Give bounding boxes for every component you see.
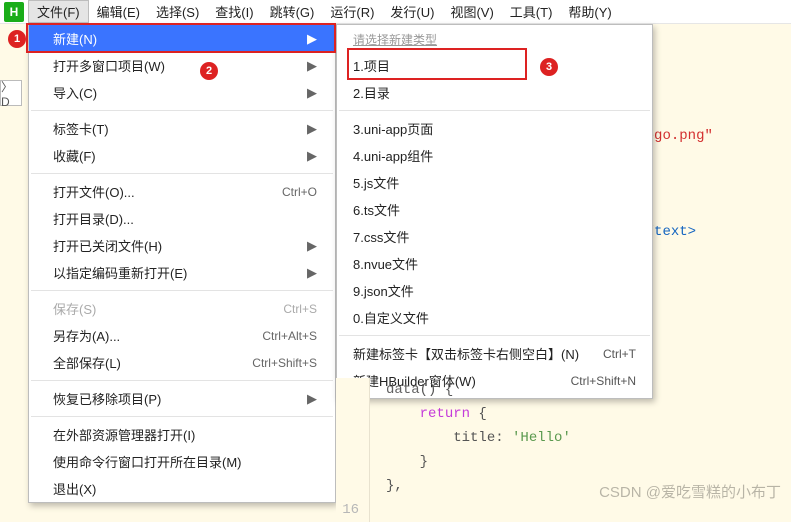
menubar-item-edit[interactable]: 编辑(E) — [89, 0, 148, 23]
submenu-item-custom[interactable]: 0.自定义文件 — [337, 304, 652, 331]
file-menu-reopen-encoding[interactable]: 以指定编码重新打开(E)▶ — [29, 259, 335, 286]
menubar-item-publish[interactable]: 发行(U) — [382, 0, 442, 23]
editor-code: 16 data() { return { title: 'Hello' } }, — [336, 378, 571, 522]
submenu-item-css[interactable]: 7.css文件 — [337, 223, 652, 250]
file-menu-reopen-closed[interactable]: 打开已关闭文件(H)▶ — [29, 232, 335, 259]
submenu-item-project[interactable]: 1.项目 — [337, 52, 652, 79]
menubar-item-select[interactable]: 选择(S) — [148, 0, 207, 23]
new-submenu: 请选择新建类型 1.项目 2.目录 3.uni-app页面 4.uni-app组… — [336, 24, 653, 399]
submenu-item-new-tab[interactable]: 新建标签卡【双击标签卡右侧空白】(N) Ctrl+T — [337, 340, 652, 367]
submenu-item-js[interactable]: 5.js文件 — [337, 169, 652, 196]
submenu-item-json[interactable]: 9.json文件 — [337, 277, 652, 304]
file-menu-save[interactable]: 保存(S) Ctrl+S — [29, 295, 335, 322]
watermark: CSDN @爱吃雪糕的小布丁 — [599, 481, 781, 502]
chevron-right-icon: ▶ — [307, 31, 317, 47]
menubar-item-tools[interactable]: 工具(T) — [502, 0, 561, 23]
menubar-item-run[interactable]: 运行(R) — [322, 0, 382, 23]
submenu-header: 请选择新建类型 — [337, 25, 652, 52]
menubar-item-goto[interactable]: 跳转(G) — [262, 0, 323, 23]
file-menu: 新建(N) ▶ 打开多窗口项目(W)▶ 导入(C)▶ 标签卡(T)▶ 收藏(F)… — [28, 24, 336, 503]
file-menu-open-multiwin[interactable]: 打开多窗口项目(W)▶ — [29, 52, 335, 79]
submenu-item-ts[interactable]: 6.ts文件 — [337, 196, 652, 223]
file-menu-exit[interactable]: 退出(X) — [29, 475, 335, 502]
submenu-item-uniapp-comp[interactable]: 4.uni-app组件 — [337, 142, 652, 169]
file-menu-fav[interactable]: 收藏(F)▶ — [29, 142, 335, 169]
submenu-item-nvue[interactable]: 8.nvue文件 — [337, 250, 652, 277]
file-menu-import[interactable]: 导入(C)▶ — [29, 79, 335, 106]
menubar-item-help[interactable]: 帮助(Y) — [560, 0, 619, 23]
file-menu-open-file[interactable]: 打开文件(O)... Ctrl+O — [29, 178, 335, 205]
code-body[interactable]: data() { return { title: 'Hello' } }, — [370, 378, 571, 522]
menubar-item-find[interactable]: 查找(I) — [207, 0, 261, 23]
line-gutter: 16 — [336, 378, 370, 522]
file-tree-collapsed[interactable]: 〉D — [0, 80, 22, 106]
menu-item-label: 新建(N) — [53, 29, 299, 48]
file-menu-saveas[interactable]: 另存为(A)... Ctrl+Alt+S — [29, 322, 335, 349]
menubar-item-file[interactable]: 文件(F) — [28, 0, 89, 23]
file-menu-open-terminal[interactable]: 使用命令行窗口打开所在目录(M) — [29, 448, 335, 475]
file-menu-new[interactable]: 新建(N) ▶ — [29, 25, 335, 52]
annotation-badge-1: 1 — [8, 30, 26, 48]
file-menu-open-dir[interactable]: 打开目录(D)... — [29, 205, 335, 232]
submenu-item-uniapp-page[interactable]: 3.uni-app页面 — [337, 115, 652, 142]
file-menu-restore-removed[interactable]: 恢复已移除项目(P)▶ — [29, 385, 335, 412]
file-menu-tabs[interactable]: 标签卡(T)▶ — [29, 115, 335, 142]
menubar-item-view[interactable]: 视图(V) — [442, 0, 501, 23]
menubar: H 文件(F) 编辑(E) 选择(S) 查找(I) 跳转(G) 运行(R) 发行… — [0, 0, 791, 24]
file-menu-open-in-explorer[interactable]: 在外部资源管理器打开(I) — [29, 421, 335, 448]
menu-separator — [31, 110, 333, 111]
app-logo: H — [4, 2, 24, 22]
submenu-item-dir[interactable]: 2.目录 — [337, 79, 652, 106]
file-menu-saveall[interactable]: 全部保存(L) Ctrl+Shift+S — [29, 349, 335, 376]
